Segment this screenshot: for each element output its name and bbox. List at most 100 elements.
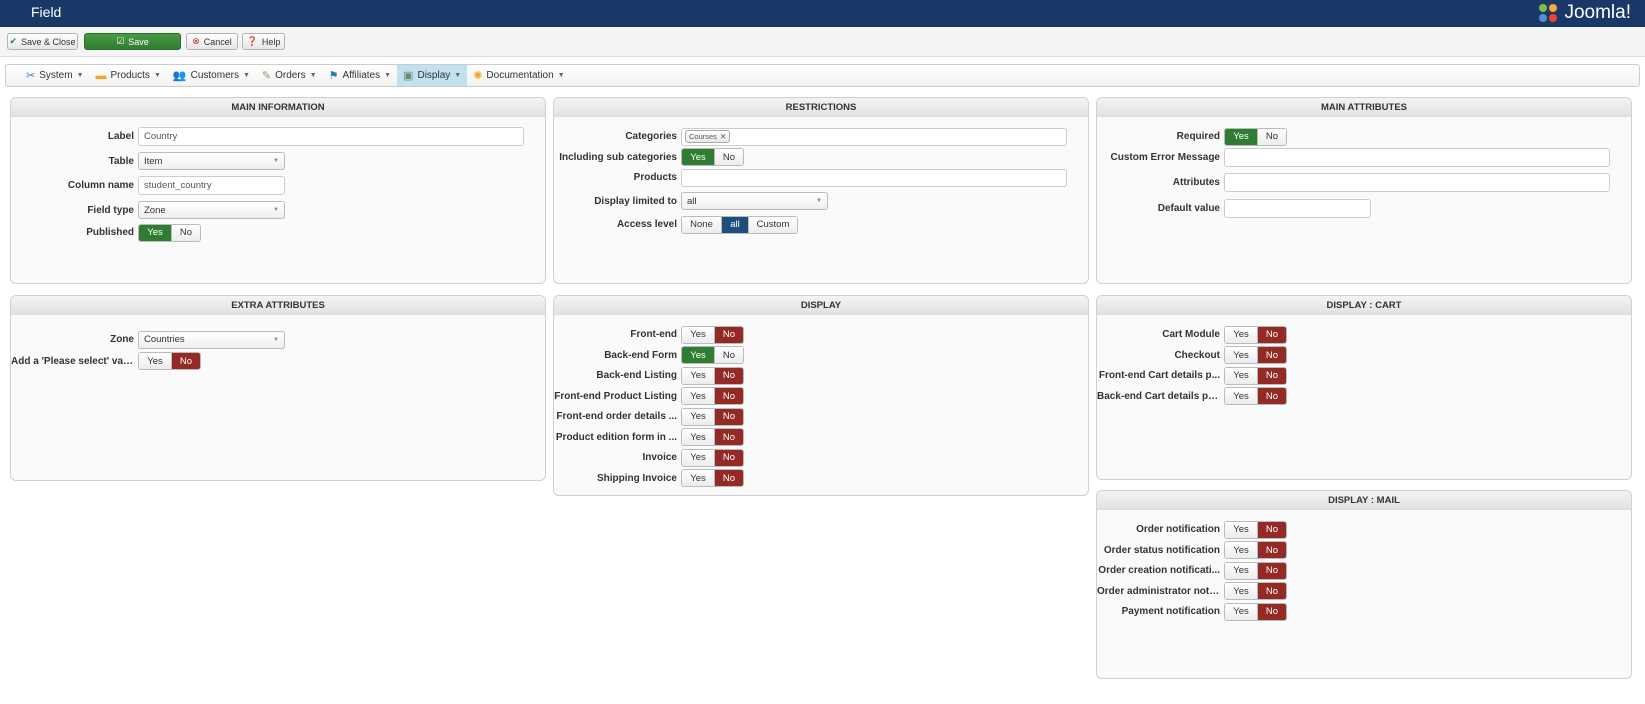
access-none-option[interactable]: None	[682, 216, 721, 233]
required-label: Required	[1176, 131, 1220, 143]
display-limited-label: Display limited to	[594, 195, 677, 207]
toggle-row: Order notification Yes No	[1097, 520, 1631, 540]
yes-option[interactable]: Yes	[1225, 128, 1257, 145]
access-level-toggle: None all Custom	[681, 215, 798, 234]
chevron-down-icon: ▼	[273, 207, 279, 214]
category-tag-label: Courses	[689, 132, 717, 142]
yes-option[interactable]: Yes	[682, 347, 714, 364]
yes-option[interactable]: Yes	[1225, 562, 1257, 579]
yes-no-toggle: Yes No	[681, 448, 744, 467]
yes-option[interactable]: Yes	[682, 367, 714, 384]
toggle-row: Front-end Product Listing Yes No	[554, 387, 1088, 407]
yes-option[interactable]: Yes	[139, 353, 171, 370]
yes-option[interactable]: Yes	[682, 429, 714, 446]
no-option[interactable]: No	[1257, 347, 1286, 364]
display-limited-select[interactable]: all ▼	[681, 192, 828, 211]
menu-display[interactable]: ▣ Display ▼	[397, 65, 468, 86]
no-option[interactable]: No	[1257, 128, 1286, 145]
no-option[interactable]: No	[714, 326, 743, 343]
caret-icon: ▼	[242, 72, 250, 79]
toolbar: ✔ Save & Close ☑ Save ⊗ Cancel ❓ Help	[0, 27, 1645, 57]
yes-no-toggle: Yes No	[681, 387, 744, 406]
no-option[interactable]: No	[1257, 326, 1286, 343]
toggle-label: Back-end Form	[604, 349, 677, 361]
access-custom-option[interactable]: Custom	[748, 216, 797, 233]
save-button[interactable]: ☑ Save	[84, 33, 181, 50]
access-all-option[interactable]: all	[721, 216, 748, 233]
menu-label: Products	[110, 70, 150, 81]
toggle-label: Front-end order details ...	[556, 411, 677, 423]
menu-system[interactable]: ✂ System ▼	[20, 65, 90, 86]
no-option[interactable]: No	[714, 408, 743, 425]
menu-label: Display	[417, 70, 451, 81]
no-option[interactable]: No	[714, 367, 743, 384]
error-message-label: Custom Error Message	[1110, 151, 1220, 163]
no-option[interactable]: No	[1257, 388, 1286, 405]
yes-option[interactable]: Yes	[682, 470, 714, 487]
zone-label: Zone	[110, 334, 134, 346]
main-attributes-panel: MAIN ATTRIBUTES Required Yes No Custom Err…	[1096, 97, 1632, 284]
products-input[interactable]	[681, 168, 1067, 187]
yes-option[interactable]: Yes	[1225, 388, 1257, 405]
yes-option[interactable]: Yes	[1225, 583, 1257, 600]
no-option[interactable]: No	[1257, 603, 1286, 620]
cancel-button[interactable]: ⊗ Cancel	[186, 33, 238, 50]
menu-documentation[interactable]: ✺ Documentation ▼	[467, 65, 570, 86]
no-option[interactable]: No	[714, 449, 743, 466]
yes-option[interactable]: Yes	[682, 408, 714, 425]
yes-option[interactable]: Yes	[1225, 542, 1257, 559]
no-option[interactable]: No	[171, 224, 200, 241]
no-option[interactable]: No	[1257, 521, 1286, 538]
toggle-row: Product edition form in ... Yes No	[554, 428, 1088, 448]
no-option[interactable]: No	[714, 429, 743, 446]
no-option[interactable]: No	[1257, 562, 1286, 579]
zone-select[interactable]: Countries ▼	[138, 330, 285, 349]
yes-option[interactable]: Yes	[682, 388, 714, 405]
published-label: Published	[86, 227, 134, 239]
check-icon: ✔	[9, 36, 17, 46]
display-icon: ▣	[403, 70, 414, 82]
remove-tag-icon[interactable]: ✕	[720, 132, 726, 141]
default-value-input[interactable]	[1224, 198, 1371, 218]
no-option[interactable]: No	[1257, 583, 1286, 600]
menu-customers[interactable]: 👥 Customers ▼	[167, 65, 256, 86]
toggle-row: Cart Module Yes No	[1097, 325, 1631, 345]
chevron-down-icon: ▼	[273, 158, 279, 165]
no-option[interactable]: No	[714, 388, 743, 405]
no-option[interactable]: No	[1257, 542, 1286, 559]
yes-option[interactable]: Yes	[1225, 347, 1257, 364]
label-input[interactable]: Country	[138, 127, 524, 147]
menu-label: Customers	[190, 70, 239, 81]
menu-label: Orders	[275, 70, 306, 81]
menu-affiliates[interactable]: ⚑ Affiliates ▼	[323, 65, 397, 86]
field-type-select[interactable]: Zone ▼	[138, 201, 285, 220]
save-close-button[interactable]: ✔ Save & Close	[7, 33, 78, 50]
category-tag: Courses ✕	[685, 130, 731, 144]
no-option[interactable]: No	[714, 347, 743, 364]
yes-option[interactable]: Yes	[682, 149, 714, 166]
field-type-label: Field type	[87, 204, 134, 216]
yes-option[interactable]: Yes	[682, 449, 714, 466]
yes-option[interactable]: Yes	[1225, 521, 1257, 538]
yes-option[interactable]: Yes	[1225, 326, 1257, 343]
yes-option[interactable]: Yes	[682, 326, 714, 343]
toggle-label: Order notification	[1136, 524, 1220, 536]
toggle-label: Order creation notificati...	[1098, 565, 1220, 577]
required-toggle: Yes No	[1224, 127, 1287, 146]
yes-option[interactable]: Yes	[1225, 603, 1257, 620]
no-option[interactable]: No	[714, 149, 743, 166]
error-message-input[interactable]	[1224, 147, 1610, 167]
help-button[interactable]: ❓ Help	[242, 33, 285, 50]
menu-products[interactable]: ▬ Products ▼	[90, 65, 167, 86]
categories-input[interactable]: Courses ✕	[681, 127, 1067, 146]
yes-option[interactable]: Yes	[1225, 367, 1257, 384]
table-select[interactable]: Item ▼	[138, 152, 285, 171]
no-option[interactable]: No	[1257, 367, 1286, 384]
yes-option[interactable]: Yes	[139, 224, 171, 241]
menu-orders[interactable]: ✎ Orders ▼	[256, 65, 323, 86]
column-name-input[interactable]: student_country	[138, 176, 285, 196]
no-option[interactable]: No	[171, 353, 200, 370]
logo-text: Joomla!	[1564, 2, 1631, 23]
attributes-input[interactable]	[1224, 173, 1610, 193]
no-option[interactable]: No	[714, 470, 743, 487]
